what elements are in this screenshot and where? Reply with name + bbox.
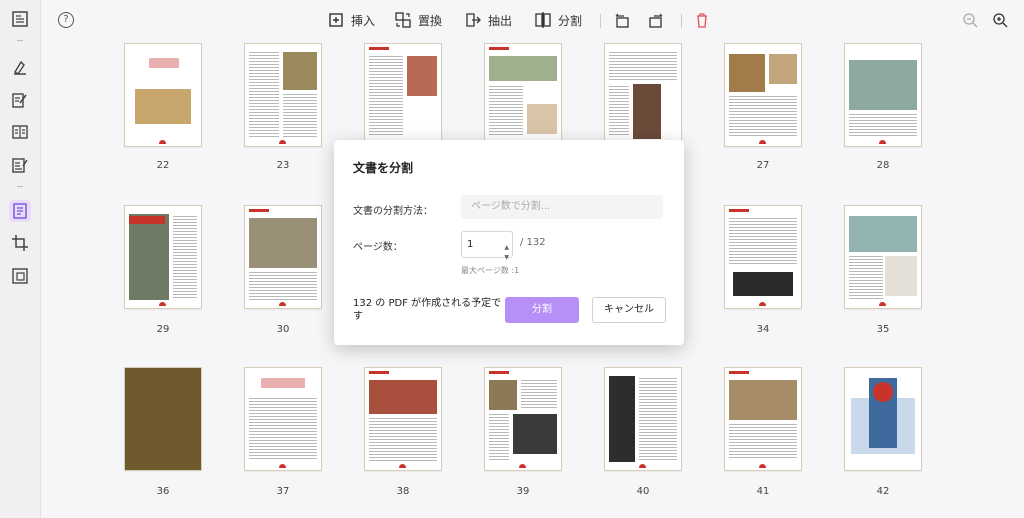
page-toolbar: ? 挿入 置換 抽出 分割 — [40, 0, 1024, 40]
page-thumbnail[interactable] — [725, 368, 801, 470]
page-number: 28 — [876, 160, 890, 171]
zoom-in-icon[interactable] — [992, 12, 1008, 28]
page-number: 34 — [756, 324, 770, 335]
page-number: 39 — [516, 486, 530, 497]
page-number: 40 — [636, 486, 650, 497]
page-thumbnail[interactable] — [485, 44, 561, 146]
left-sidebar — [0, 0, 41, 518]
page-thumbnail[interactable] — [845, 44, 921, 146]
page-number: 22 — [156, 160, 170, 171]
delete-page-button[interactable] — [693, 11, 711, 29]
replace-button[interactable]: 置換 — [394, 11, 442, 29]
page-thumbnail[interactable] — [365, 44, 441, 146]
page-number: 41 — [756, 486, 770, 497]
replace-label: 置換 — [418, 13, 443, 28]
insert-button[interactable]: 挿入 — [327, 11, 375, 29]
page-number: 38 — [396, 486, 410, 497]
replace-icon — [395, 12, 411, 28]
split-method-select[interactable]: ページ数で分割... — [461, 195, 663, 219]
form-tool-icon[interactable] — [9, 154, 31, 176]
cancel-button[interactable]: キャンセル — [592, 297, 666, 323]
zoom-out-icon[interactable] — [962, 12, 978, 28]
page-thumbnail[interactable] — [125, 206, 201, 308]
split-label: 分割 — [558, 13, 583, 28]
page-count-value: 1 — [467, 239, 474, 250]
split-method-label: 文書の分割方法： — [353, 206, 433, 217]
page-number: 37 — [276, 486, 290, 497]
comment-tool-icon[interactable] — [9, 56, 31, 78]
total-pages-label: / 132 — [520, 237, 546, 248]
page-thumbnail[interactable] — [125, 368, 201, 470]
insert-icon — [329, 13, 343, 27]
page-thumbnail[interactable] — [605, 44, 681, 146]
page-thumbnail[interactable] — [605, 368, 681, 470]
extract-icon — [466, 13, 481, 27]
page-number: 36 — [156, 486, 170, 497]
reader-tool-icon[interactable] — [9, 121, 31, 143]
page-number: 30 — [276, 324, 290, 335]
dialog-title: 文書を分割 — [353, 161, 414, 175]
page-thumbnail[interactable] — [845, 368, 921, 470]
page-number: 35 — [876, 324, 890, 335]
page-number: 27 — [756, 160, 770, 171]
split-confirm-button[interactable]: 分割 — [505, 297, 579, 323]
rotate-right-icon — [649, 13, 663, 28]
rotate-right-button[interactable] — [647, 11, 665, 29]
extract-button[interactable]: 抽出 — [464, 11, 512, 29]
page-thumbnail[interactable] — [485, 368, 561, 470]
page-thumbnail[interactable] — [245, 368, 321, 470]
page-thumbnail[interactable] — [845, 206, 921, 308]
page-thumbnail[interactable] — [725, 206, 801, 308]
trash-icon — [697, 13, 707, 28]
crop-tool-icon[interactable] — [9, 232, 31, 254]
result-info: 132 の PDF が作成される予定です — [353, 298, 502, 322]
page-thumbnail[interactable] — [245, 44, 321, 146]
rotate-left-icon — [615, 13, 629, 28]
page-thumbnail[interactable] — [125, 44, 201, 146]
thumbnail-view-icon[interactable] — [9, 8, 31, 30]
split-icon — [535, 12, 551, 28]
page-number: 23 — [276, 160, 290, 171]
extract-label: 抽出 — [488, 13, 513, 28]
insert-label: 挿入 — [351, 13, 376, 28]
split-button[interactable]: 分割 — [534, 11, 582, 29]
page-number: 29 — [156, 324, 170, 335]
page-thumbnail[interactable] — [725, 44, 801, 146]
max-pages-hint: 最大ページ数 :1 — [461, 266, 520, 275]
rotate-left-button[interactable] — [613, 11, 631, 29]
organize-pages-icon[interactable] — [9, 200, 31, 222]
page-count-stepper[interactable]: 1 ▲ ▼ — [461, 231, 513, 261]
page-number: 42 — [876, 486, 890, 497]
page-thumbnail[interactable] — [245, 206, 321, 308]
split-document-dialog: 文書を分割 文書の分割方法： ページ数で分割... ページ数： 1 ▲ ▼ / … — [334, 140, 684, 345]
edit-tool-icon[interactable] — [9, 89, 31, 111]
page-thumbnail[interactable] — [365, 368, 441, 470]
page-count-label: ページ数： — [353, 242, 403, 253]
help-icon[interactable]: ? — [58, 12, 74, 28]
ocr-tool-icon[interactable] — [9, 265, 31, 287]
